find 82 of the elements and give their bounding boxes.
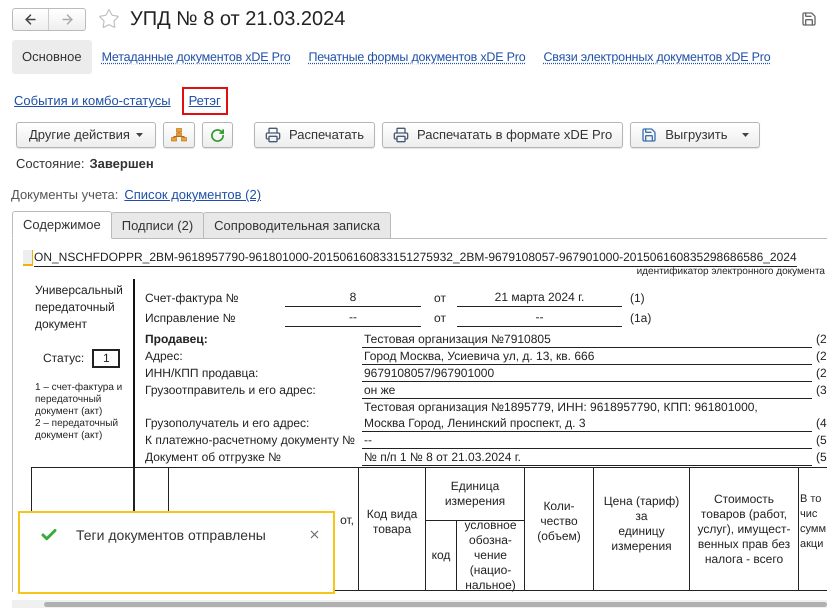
form-tab[interactable]: Печатные формы документов xDE Pro <box>302 40 532 74</box>
column-header: Цена (тариф) за единицу измерения <box>604 494 680 554</box>
caret-icon <box>136 133 143 137</box>
document-tab[interactable]: Подписи (2) <box>110 212 204 239</box>
accounting-documents-label: Документы учета: <box>11 186 118 204</box>
notification-message: Теги документов отправлены <box>76 526 267 545</box>
party-field-label: Адрес: <box>145 348 184 365</box>
favorite-star-icon[interactable] <box>98 8 120 30</box>
structure-button[interactable] <box>162 122 195 148</box>
column-header: Стоимость товаров (работ, услуг), имущест- венных прав без налога - всего <box>698 492 790 566</box>
status-note: 1 – счет-фактура и передаточный документ (акт) <box>35 382 124 418</box>
back-icon <box>23 12 38 26</box>
field-reference: (5 <box>816 449 827 466</box>
party-field-label: Документ об отгрузке № <box>145 449 282 466</box>
state-value: Завершен <box>89 155 154 174</box>
column-header: от, <box>340 512 354 529</box>
caret-icon <box>742 133 749 137</box>
party-field-value: № п/п 1 № 8 от 21.03.2024 г. <box>362 449 812 466</box>
hierarchy-icon <box>170 128 187 142</box>
party-field-label: Продавец: <box>145 331 209 348</box>
invoice-date: -- <box>457 309 622 327</box>
party-field-label: К платежно-расчетному документу № <box>145 432 356 449</box>
more-actions-button[interactable]: Другие действия <box>16 122 156 148</box>
refresh-icon <box>210 128 225 142</box>
field-reference: (4 <box>816 415 827 432</box>
document-tab[interactable]: Содержимое <box>12 211 112 239</box>
print-button[interactable]: Распечатать <box>254 122 375 148</box>
date-prefix: от <box>433 290 447 307</box>
field-reference: (2 <box>816 331 827 348</box>
form-tab[interactable]: Метаданные документов xDE Pro <box>96 40 296 74</box>
state-label: Состояние: <box>16 155 84 174</box>
field-reference: (2 <box>816 348 827 365</box>
column-header: Единица измерения <box>444 479 506 509</box>
export-button[interactable]: Выгрузить <box>630 122 760 148</box>
document-type-label: Универсальный передаточный документ <box>35 282 124 333</box>
party-field-value: 9679108057/967901000 <box>362 365 812 382</box>
invoice-date: 21 марта 2024 г. <box>457 289 622 307</box>
navigation-link[interactable]: События и комбо-статусы <box>7 87 178 115</box>
printer-icon <box>264 127 281 143</box>
column-header: условное обозна- чение (нацио- нальное) <box>464 518 517 592</box>
form-tab[interactable]: Основное <box>12 40 92 74</box>
documents-list-link[interactable]: Список документов (2) <box>124 185 262 205</box>
document-tab[interactable]: Сопроводительная записка <box>203 212 392 239</box>
column-header: Коли- чество (объем) <box>537 499 581 544</box>
print-button[interactable]: Распечатать в формате xDE Pro <box>382 122 624 148</box>
column-header: код <box>432 548 450 563</box>
party-field-label: ИНН/КПП продавца: <box>145 365 260 382</box>
invoice-field-label: Счет-фактура № <box>145 290 240 307</box>
status-value: 1 <box>92 349 120 368</box>
save-icon[interactable] <box>801 11 817 27</box>
floppy-icon <box>641 127 658 143</box>
party-field-value: Тестовая организация №1895779, ИНН: 9618957790, КПП: 961801000, Москва Город, Ленинский проспект, д. 3 <box>362 399 812 432</box>
field-reference: (1а) <box>630 310 652 327</box>
forward-icon <box>60 12 74 26</box>
party-field-label: Грузополучатель и его адрес: <box>145 415 310 432</box>
field-reference: (2 <box>816 365 827 382</box>
party-field-value: Город Москва, Усиевича ул, д. 13, кв. 666 <box>362 348 812 365</box>
navigation-link[interactable]: Ретэг <box>182 87 228 115</box>
date-prefix: от <box>433 310 447 327</box>
text-cursor-marker <box>23 250 33 266</box>
party-field-value: Тестовая организация №7910805 <box>362 331 812 348</box>
status-note: 2 – передаточный документ (акт) <box>35 418 120 442</box>
close-icon[interactable] <box>308 528 321 541</box>
field-reference: (5 <box>816 432 827 449</box>
column-header: В то чис сумм акци <box>800 492 826 552</box>
horizontal-scrollbar[interactable] <box>12 600 827 608</box>
window-title: УПД № 8 от 21.03.2024 <box>130 7 346 32</box>
refresh-button[interactable] <box>202 122 233 148</box>
field-reference: (3 <box>816 382 827 399</box>
column-header: Код вида товара <box>366 506 418 536</box>
printer-icon <box>393 127 409 143</box>
invoice-field-label: Исправление № <box>145 310 236 327</box>
party-field-value: -- <box>362 432 812 449</box>
form-tab[interactable]: Связи электронных документов xDE Pro <box>537 40 776 74</box>
file-id-caption: идентификатор электронного документа <box>636 266 825 278</box>
status-label: Статус: <box>43 350 84 367</box>
invoice-number: 8 <box>285 289 421 307</box>
party-field-value: он же <box>362 382 812 399</box>
invoice-number: -- <box>285 309 421 327</box>
file-id-text: ON_NSCHFDOPPR_2BM-9618957790-961801000-201506160833151275932_2BM-9679108057-967901000-201506160835298686586_2024 <box>34 248 797 266</box>
party-field-label: Грузоотправитель и его адрес: <box>145 382 317 399</box>
field-reference: (1) <box>630 290 645 307</box>
